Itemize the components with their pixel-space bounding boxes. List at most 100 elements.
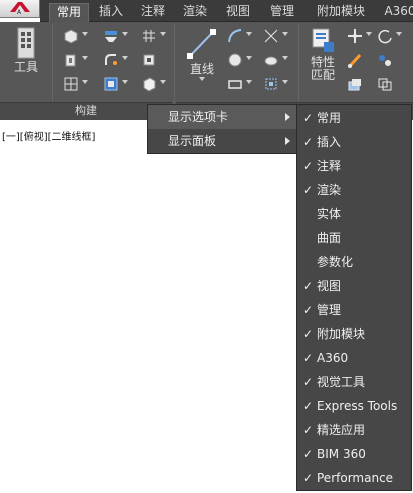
extrude-button[interactable]: [62, 50, 88, 70]
line-button[interactable]: 直线: [182, 26, 222, 81]
offset-button[interactable]: [262, 50, 288, 70]
submenu-item-view[interactable]: ✓ 视图: [297, 274, 411, 298]
presspull-button[interactable]: [102, 26, 128, 46]
array-icon: [265, 78, 277, 90]
tab-addins[interactable]: 附加模块: [310, 3, 372, 22]
section-plane-button[interactable]: [102, 74, 128, 94]
submenu-item-render[interactable]: ✓ 渲染: [297, 178, 411, 202]
submenu-item-addins[interactable]: ✓ 附加模块: [297, 322, 411, 346]
chevron-down-icon: [366, 32, 372, 36]
layer-properties-button[interactable]: [346, 74, 372, 94]
menu-item-label: 显示选项卡: [168, 110, 229, 124]
copy-button[interactable]: [376, 50, 402, 70]
line-icon: [187, 29, 216, 59]
rotate-button[interactable]: [376, 26, 402, 46]
tab-view[interactable]: 视图: [220, 3, 256, 22]
check-icon: ✓: [303, 183, 314, 197]
tab-insert[interactable]: 插入: [93, 3, 129, 22]
submenu-item-manage[interactable]: ✓ 管理: [297, 298, 411, 322]
check-icon: ✓: [303, 423, 314, 437]
submenu-item-label: A360: [317, 351, 349, 365]
copy-circles-icon: [379, 55, 391, 66]
menu-item-show-tabs[interactable]: 显示选项卡: [148, 105, 296, 129]
viewport-controls-label[interactable]: [一][俯视][二维线框]: [2, 128, 95, 143]
ribbon-context-menu: 显示选项卡 显示面板: [147, 104, 297, 154]
submenu-item-label: 渲染: [317, 183, 342, 197]
trim-button[interactable]: [262, 26, 288, 46]
brush-button[interactable]: [346, 50, 372, 70]
check-icon: ✓: [303, 327, 314, 341]
arc-icon: [228, 29, 242, 43]
submenu-item-performance[interactable]: ✓ Performance: [297, 466, 411, 490]
fillet-edge-button[interactable]: [102, 50, 128, 70]
slice-icon: [143, 54, 155, 66]
panel-separator: [298, 24, 299, 102]
chevron-down-icon: [82, 32, 88, 36]
rectangle-button[interactable]: [226, 74, 252, 94]
chevron-down-icon: [160, 80, 166, 84]
chevron-down-icon: [246, 56, 252, 60]
menu-item-show-panels[interactable]: 显示面板: [148, 129, 296, 153]
solid-cube-icon: [143, 77, 156, 92]
panel-separator: [52, 24, 53, 102]
chevron-down-icon: [82, 80, 88, 84]
submenu-item-parametric[interactable]: 参数化: [297, 250, 411, 274]
submenu-item-annotate[interactable]: ✓ 注释: [297, 154, 411, 178]
chevron-down-icon: [246, 32, 252, 36]
chevron-down-icon: [122, 32, 128, 36]
submenu-item-bim360[interactable]: ✓ BIM 360: [297, 442, 411, 466]
submenu-item-express-tools[interactable]: ✓ Express Tools: [297, 394, 411, 418]
group-icon: [378, 78, 392, 91]
extrude-icon: [65, 54, 76, 67]
submenu-item-featured-apps[interactable]: ✓ 精选应用: [297, 418, 411, 442]
tab-home[interactable]: 常用: [49, 3, 89, 22]
circle-icon: [228, 53, 242, 67]
tools-button[interactable]: 工具: [8, 26, 44, 75]
submenu-item-label: 实体: [317, 207, 342, 221]
array-button[interactable]: [262, 74, 288, 94]
chevron-right-icon: [285, 137, 290, 145]
rectangle-icon: [228, 80, 242, 89]
submenu-item-label: 视图: [317, 279, 342, 293]
layer-stack-icon: [348, 79, 361, 91]
box-button[interactable]: [62, 26, 88, 46]
move-button[interactable]: [346, 26, 372, 46]
chevron-down-icon: [122, 80, 128, 84]
submenu-item-solid[interactable]: 实体: [297, 202, 411, 226]
group-button[interactable]: [376, 74, 402, 94]
submenu-item-label: 注释: [317, 159, 342, 173]
submenu-item-insert[interactable]: ✓ 插入: [297, 130, 411, 154]
check-icon: ✓: [303, 447, 314, 461]
match-properties-icon: [312, 28, 334, 52]
submenu-item-visual-tools[interactable]: ✓ 视觉工具: [297, 370, 411, 394]
tab-annotate[interactable]: 注释: [135, 3, 171, 22]
mesh-button[interactable]: [62, 74, 88, 94]
smooth-object-button[interactable]: [140, 26, 166, 46]
check-icon: ✓: [303, 279, 314, 293]
submenu-item-label: 精选应用: [317, 423, 366, 437]
line-label: 直线: [189, 62, 214, 76]
fillet-edge-icon: [105, 54, 117, 65]
panel-separator: [174, 24, 175, 102]
tab-a360[interactable]: A360: [380, 3, 413, 22]
tab-render[interactable]: 渲染: [177, 3, 213, 22]
rotate-icon: [378, 29, 392, 44]
presspull-icon: [105, 31, 117, 42]
match-properties-button[interactable]: 特性 匹配: [304, 26, 342, 82]
offset-icon: [264, 56, 278, 66]
circle-button[interactable]: [226, 50, 252, 70]
chevron-down-icon: [122, 56, 128, 60]
submenu-item-home[interactable]: ✓ 常用: [297, 106, 411, 130]
arc-button[interactable]: [226, 26, 252, 46]
move-arrows-icon: [348, 29, 362, 43]
submenu-item-label: BIM 360: [317, 447, 366, 461]
application-menu-button[interactable]: A: [0, 0, 40, 18]
chevron-down-icon: [199, 77, 205, 81]
submenu-item-a360[interactable]: ✓ A360: [297, 346, 411, 370]
solid-editing-button[interactable]: [140, 74, 166, 94]
submenu-item-surface[interactable]: 曲面: [297, 226, 411, 250]
match-properties-label: 特性 匹配: [310, 55, 335, 82]
submenu-item-label: 管理: [317, 303, 342, 317]
tab-manage[interactable]: 管理: [262, 3, 302, 22]
slice-button[interactable]: [140, 50, 166, 70]
